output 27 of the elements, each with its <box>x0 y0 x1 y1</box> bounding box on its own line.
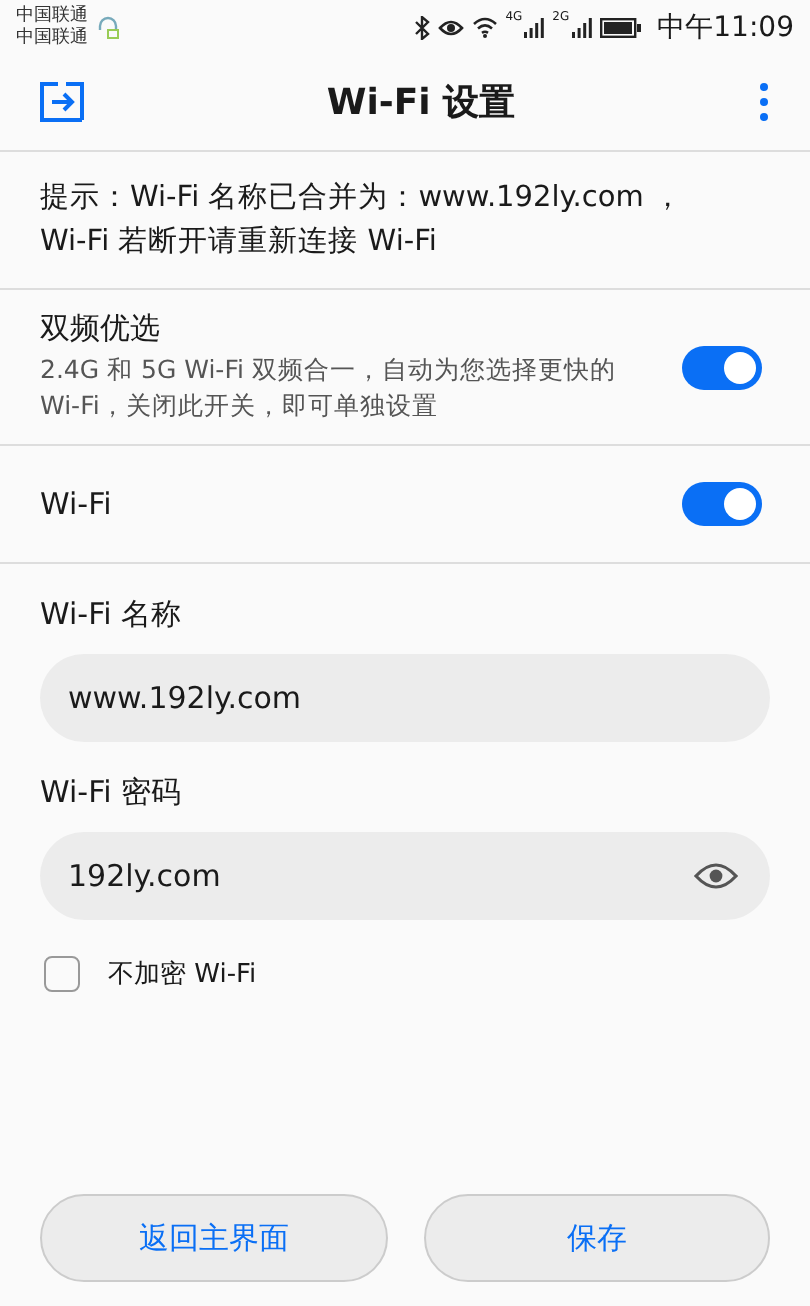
toggle-switch[interactable] <box>682 345 762 389</box>
carrier-name: 中国联通 <box>16 27 88 49</box>
bluetooth-icon <box>413 15 430 39</box>
field-label: Wi-Fi 密码 <box>40 774 184 812</box>
checkbox[interactable] <box>44 956 80 992</box>
field-label: Wi-Fi 名称 <box>40 596 184 634</box>
eye-icon <box>437 17 464 37</box>
eye-icon[interactable] <box>694 862 738 890</box>
clock-time: 中午11:09 <box>657 9 794 45</box>
setting-description: 2.4G 和 5G Wi-Fi 双频合一，自动为您选择更快的 Wi-Fi，关闭此开关，即可单独设置 <box>40 352 618 424</box>
checkbox-label: 不加密 Wi-Fi <box>108 958 257 992</box>
toggle-switch[interactable] <box>682 482 762 526</box>
action-button[interactable]: 返回主界面 <box>40 1194 387 1282</box>
more-icon[interactable] <box>758 82 770 122</box>
input-field[interactable]: 192ly.com <box>40 832 770 920</box>
signal-icon <box>524 17 545 37</box>
signal-icon <box>571 17 592 37</box>
input-field[interactable]: www.192ly.com <box>40 654 770 742</box>
setting-title: 双频优选 <box>40 310 162 348</box>
battery-icon <box>599 17 642 37</box>
wifi-icon <box>471 16 498 38</box>
action-button[interactable]: 保存 <box>423 1194 770 1282</box>
page-title: Wi-Fi 设置 <box>324 80 518 126</box>
setting-title: Wi-Fi <box>40 486 114 522</box>
carrier-name: 中国联通 <box>16 5 88 27</box>
exit-icon[interactable] <box>40 82 84 122</box>
notice-text: 提示：Wi-Fi 名称已合并为：www.192ly.com ，Wi-Fi 若断开请重新连接 Wi-Fi <box>0 152 810 290</box>
